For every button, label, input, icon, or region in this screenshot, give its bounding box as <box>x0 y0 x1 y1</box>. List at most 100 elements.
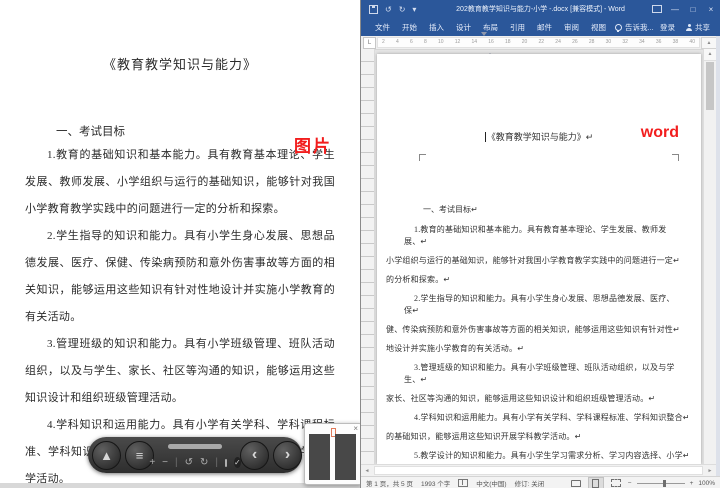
doc-heading-line: 一、考试目标↵ <box>423 205 478 214</box>
zoom-in-button[interactable]: + <box>149 457 155 468</box>
zoom-level[interactable]: 100% <box>698 480 715 487</box>
image-viewer-toolbar: ▲ ≡ + − | ↺ ↻ | ✓ ‹ › <box>88 437 302 473</box>
read-mode-icon[interactable] <box>569 478 583 488</box>
scroll-left-arrow[interactable]: ◄ <box>361 468 373 474</box>
doc-line: 3.管理班级的知识和能力。具有小学班级管理、班队活动组织，以及与学 <box>414 363 675 372</box>
rotate-right-button[interactable]: ↻ <box>200 457 208 468</box>
image-type-label: 图片 <box>294 137 332 156</box>
paragraph: 2.学生指导的知识和能力。具有小学生身心发展、思想品德发展、医疗、保健、传染病预… <box>25 230 335 323</box>
word-window: ↺ ↻ ▾ 202教育教学知识与能力-小学 -.docx [兼容模式] - Wo… <box>360 0 720 488</box>
ribbon-tab[interactable]: 视图 <box>585 18 612 36</box>
rotate-left-button[interactable]: ↺ <box>185 457 193 468</box>
zoom-slider[interactable] <box>636 479 685 487</box>
ruler-number: 26 <box>572 39 578 45</box>
ruler-number: 38 <box>672 39 679 45</box>
word-count[interactable]: 1993 个字 <box>421 478 450 488</box>
status-bar: 第 1 页，共 5 页 1993 个字 中文(中国) 修订: 关闭 − + 10… <box>361 476 720 488</box>
ruler-number: 18 <box>505 39 511 45</box>
share-label: 共享 <box>695 22 710 32</box>
actual-size-icon[interactable] <box>225 458 227 467</box>
vertical-scrollbar[interactable]: ▲ <box>703 49 716 464</box>
horizontal-ruler: 2 4 6 8 10 12 14 16 18 20 22 24 26 28 30 32 34 36 38 40 <box>377 37 700 48</box>
sign-in-button[interactable]: 登录 <box>655 22 680 33</box>
scroll-right-arrow[interactable]: ► <box>704 468 716 474</box>
undo-icon[interactable]: ↺ <box>385 5 392 14</box>
ribbon-tab[interactable]: 开始 <box>396 18 423 36</box>
window-controls: — □ × <box>648 0 720 18</box>
ruler-number: 2 <box>382 39 385 45</box>
ruler-number: 8 <box>423 39 427 45</box>
next-image-button[interactable]: › <box>273 440 302 470</box>
ruler-row: L 2 4 6 8 10 12 14 16 18 20 22 24 26 28 30 32 34 36 38 40 ▲ <box>361 32 720 60</box>
print-layout-icon[interactable] <box>587 477 604 488</box>
ribbon-tab[interactable]: 审阅 <box>558 18 585 36</box>
toolbar-divider: | <box>215 456 218 468</box>
zoom-out-button[interactable]: − <box>628 480 632 487</box>
maximize-button[interactable]: □ <box>684 0 702 18</box>
doc-line: 5.教学设计的知识和能力。具有小学生学习需求分析、学习内容选择、小学↵ <box>414 451 690 460</box>
close-button[interactable]: × <box>702 0 720 18</box>
ruler-number: 24 <box>555 39 561 45</box>
confirm-button[interactable]: ✓ <box>234 457 241 468</box>
ribbon-tab-bar: 文件 开始 插入 设计 布局 引用 邮件 审阅 视图 告诉我... 登录 共享 <box>361 18 720 36</box>
previous-image-button[interactable]: ‹ <box>240 440 269 470</box>
ruler-number: 40 <box>689 39 695 45</box>
toolbar-divider: | <box>175 456 178 468</box>
web-layout-icon[interactable] <box>609 478 623 488</box>
eject-button[interactable]: ▲ <box>92 440 121 470</box>
ribbon-options-button[interactable] <box>648 0 666 18</box>
zoom-slider-thumb[interactable] <box>662 479 666 487</box>
paragraph: 3.管理班级的知识和能力。具有小学班级管理、班队活动组织，以及与学生、家长、社区… <box>25 338 335 404</box>
doc-line: 2.学生指导的知识和能力。具有小学生身心发展、思想品德发展、医疗、 <box>414 294 675 303</box>
ribbon-options-icon <box>652 5 662 13</box>
zoom-in-button[interactable]: + <box>690 480 694 487</box>
ruler-number: 28 <box>588 39 595 45</box>
ribbon-tab[interactable]: 邮件 <box>531 18 558 36</box>
save-icon[interactable] <box>369 4 378 14</box>
ribbon-tab[interactable]: 文件 <box>369 18 396 36</box>
minimize-button[interactable]: — <box>666 0 684 18</box>
proofing-icon[interactable] <box>458 479 469 487</box>
indent-marker[interactable] <box>481 32 493 57</box>
scroll-up-button[interactable]: ▲ <box>701 37 717 49</box>
word-type-label: word <box>640 124 679 141</box>
zoom-out-button[interactable]: − <box>162 457 168 468</box>
ribbon-tab[interactable]: 设计 <box>450 18 477 36</box>
tell-me-label: 告诉我... <box>625 22 654 32</box>
redo-icon[interactable]: ↻ <box>399 5 406 14</box>
ruler-number: 6 <box>409 39 413 45</box>
image-doc-title: 《教育教学知识与能力》 <box>102 57 257 72</box>
document-page[interactable]: 《教育教学知识与能力》↵ word 一、考试目标↵ 1.教育的基础知识和基本能力… <box>377 54 701 464</box>
scrollbar-up-arrow[interactable]: ▲ <box>704 49 716 61</box>
qat-dropdown-icon[interactable]: ▾ <box>412 5 416 14</box>
paragraph: 1.教育的基础知识和基本能力。具有教育基本理论、学生发展、教师发展、小学组织与运… <box>25 149 335 215</box>
chevron-left-icon: ‹ <box>251 446 258 463</box>
ribbon-tab[interactable]: 引用 <box>504 18 531 36</box>
scrollbar-thumb[interactable] <box>706 62 714 110</box>
hscroll-track[interactable] <box>374 466 703 475</box>
thumbnail-column <box>335 434 356 480</box>
close-icon[interactable]: × <box>353 424 358 433</box>
chevron-right-icon: › <box>284 446 291 463</box>
zoom-slider[interactable] <box>168 444 222 449</box>
horizontal-scrollbar[interactable]: ◄ ► <box>361 464 716 476</box>
ruler-number: 4 <box>395 39 399 45</box>
page-indicator[interactable]: 第 1 页，共 5 页 <box>366 478 413 488</box>
tell-me-box[interactable]: 告诉我... <box>615 22 654 33</box>
doc-body: 一、考试目标↵ 1.教育的基础知识和基本能力。具有教育基本理论、学生发展、教师发… <box>377 204 701 464</box>
window-title: 202教育教学知识与能力-小学 -.docx [兼容模式] - Word <box>456 6 625 13</box>
ruler-number: 22 <box>538 39 545 45</box>
tab-selector[interactable]: L <box>363 37 376 49</box>
margin-crop-mark <box>419 154 426 161</box>
track-changes-indicator[interactable]: 修订: 关闭 <box>515 478 545 488</box>
doc-line: 的分析和探索。↵ <box>386 275 451 284</box>
share-button[interactable]: 共享 <box>680 22 716 33</box>
language-indicator[interactable]: 中文(中国) <box>476 478 506 488</box>
ruler-number: 30 <box>605 39 612 45</box>
doc-line: 4.学科知识和运用能力。具有小学有关学科、学科课程标准、学科知识整合↵ <box>414 413 690 422</box>
ruler-number: 12 <box>454 39 461 45</box>
doc-line: 展、↵ <box>404 237 428 246</box>
vertical-ruler <box>361 49 375 464</box>
image-pane: 《教育教学知识与能力》 一、考试目标 1.教育的基础知识和基本能力。具有教育基本… <box>0 0 361 488</box>
ribbon-tab[interactable]: 插入 <box>423 18 450 36</box>
